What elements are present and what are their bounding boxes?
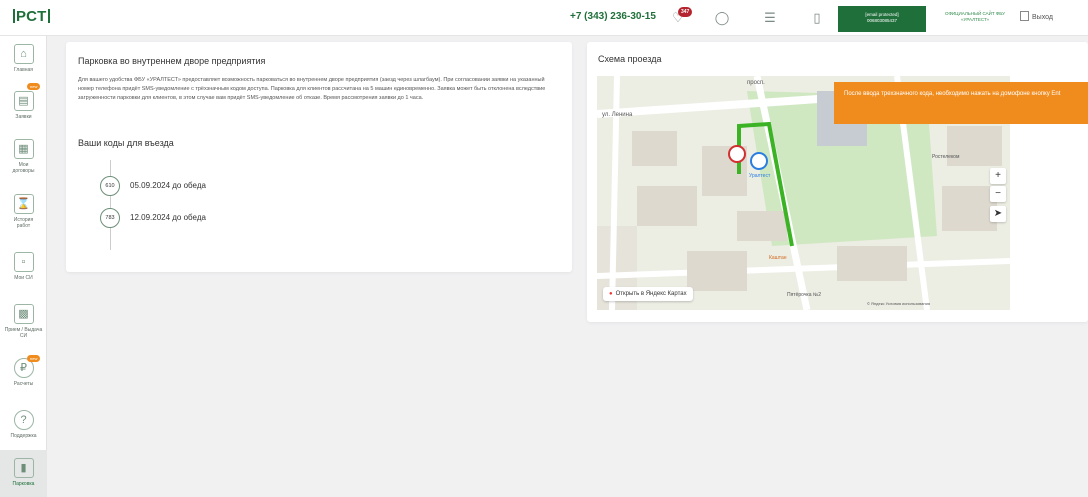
zoom-out-button[interactable]: − bbox=[990, 186, 1006, 202]
sidebar-item-requests[interactable]: new ▤ Заявки bbox=[0, 83, 47, 120]
code-badge: 610 bbox=[100, 176, 120, 196]
contracts-icon: ▦ bbox=[13, 139, 34, 159]
new-badge: new bbox=[27, 83, 41, 90]
instruments-icon: ▫ bbox=[13, 252, 34, 272]
sidebar-item-payments[interactable]: new ₽ Расчеты bbox=[0, 355, 47, 387]
logo[interactable]: РСТ bbox=[12, 8, 51, 25]
delivery-icon: ▩ bbox=[13, 304, 34, 324]
official-site-link[interactable]: ОФИЦИАЛЬНЫЙ САЙТ ФБУ «УРАЛТЕСТ» bbox=[940, 11, 1010, 23]
parking-icon: ▮ bbox=[13, 458, 34, 478]
map-label: Ростелеком bbox=[932, 154, 960, 160]
map-label: просп. bbox=[747, 80, 765, 86]
sidebar: ⌂ Главная new ▤ Заявки ▦ Мои договоры ⌛ … bbox=[0, 36, 47, 497]
geolocation-button[interactable]: ➤ bbox=[990, 206, 1006, 222]
logout-icon bbox=[1020, 11, 1029, 21]
zoom-in-button[interactable]: + bbox=[990, 168, 1006, 184]
sidebar-item-home[interactable]: ⌂ Главная bbox=[0, 44, 47, 73]
sidebar-item-label: История работ bbox=[13, 217, 34, 229]
account-button[interactable]: [email protected] 006803085437 bbox=[838, 6, 926, 32]
mobile-phone-icon[interactable]: ▯ bbox=[808, 9, 826, 27]
hourglass-icon: ⌛ bbox=[13, 194, 34, 214]
code-date: 05.09.2024 до обеда bbox=[130, 181, 206, 190]
new-badge: new bbox=[27, 355, 41, 362]
codes-timeline bbox=[110, 160, 111, 250]
location-pin-icon[interactable]: ◯ bbox=[713, 9, 731, 27]
intercom-note: После ввода трехзначного кода, необходим… bbox=[834, 82, 1088, 124]
logout-button[interactable]: Выход bbox=[1020, 11, 1053, 21]
sidebar-item-parking[interactable]: ▮ Парковка bbox=[0, 450, 47, 497]
sidebar-item-history[interactable]: ⌛ История работ bbox=[0, 194, 47, 229]
map-label: Каштан bbox=[769, 255, 787, 261]
sidebar-item-label: Мои договоры bbox=[12, 162, 35, 174]
home-icon: ⌂ bbox=[13, 44, 34, 64]
map-copyright: © Яндекс Условия использования bbox=[867, 301, 931, 306]
requests-icon: ▤ bbox=[13, 91, 34, 111]
sidebar-item-label: Поддержка bbox=[10, 433, 37, 439]
route-card: Схема проезда ул. Ленина просп. Уралтест… bbox=[587, 42, 1088, 322]
code-badge: 783 bbox=[100, 208, 120, 228]
sidebar-item-label: Заявки bbox=[15, 114, 32, 120]
parking-card: Парковка во внутреннем дворе предприятия… bbox=[66, 42, 572, 272]
phone-link[interactable]: +7 (343) 236-30-15 bbox=[570, 11, 656, 22]
open-yandex-maps-button[interactable]: ● Открыть в Яндекс Картах bbox=[603, 287, 693, 301]
open-yandex-maps-label: Открыть в Яндекс Картах bbox=[615, 291, 687, 297]
question-icon: ? bbox=[13, 410, 34, 430]
account-number: 006803085437 bbox=[866, 18, 898, 23]
map-label: Пятёрочка №2 bbox=[787, 292, 821, 298]
top-bar: РСТ +7 (343) 236-30-15 ♡ 347 ◯ ☰ ▯ [emai… bbox=[0, 0, 1088, 36]
codes-title: Ваши коды для въезда bbox=[78, 138, 174, 148]
sliders-icon[interactable]: ☰ bbox=[761, 9, 779, 27]
map-label: ул. Ленина bbox=[602, 112, 633, 118]
logout-label: Выход bbox=[1032, 14, 1053, 21]
sidebar-item-label: Главная bbox=[13, 67, 34, 73]
sidebar-item-label: Парковка bbox=[12, 481, 35, 487]
map-pin-icon: ● bbox=[609, 291, 613, 297]
code-date: 12.09.2024 до обеда bbox=[130, 213, 206, 222]
parking-description: Для вашего удобства ФБУ «УРАЛТЕСТ» предо… bbox=[78, 77, 546, 101]
sidebar-item-support[interactable]: ? Поддержка bbox=[0, 410, 47, 439]
sidebar-item-delivery[interactable]: ▩ Прием / Выдача СИ bbox=[0, 304, 47, 339]
parking-title: Парковка во внутреннем дворе предприятия bbox=[78, 56, 266, 66]
sidebar-item-label: Расчеты bbox=[13, 381, 34, 387]
sidebar-item-contracts[interactable]: ▦ Мои договоры bbox=[0, 139, 47, 174]
map-label: Уралтест bbox=[749, 173, 771, 179]
route-title: Схема проезда bbox=[598, 54, 662, 64]
notification-badge: 347 bbox=[678, 7, 693, 17]
sidebar-item-my-instruments[interactable]: ▫ Мои СИ bbox=[0, 252, 47, 281]
sidebar-item-label: Прием / Выдача СИ bbox=[4, 327, 43, 339]
sidebar-item-label: Мои СИ bbox=[14, 275, 33, 281]
